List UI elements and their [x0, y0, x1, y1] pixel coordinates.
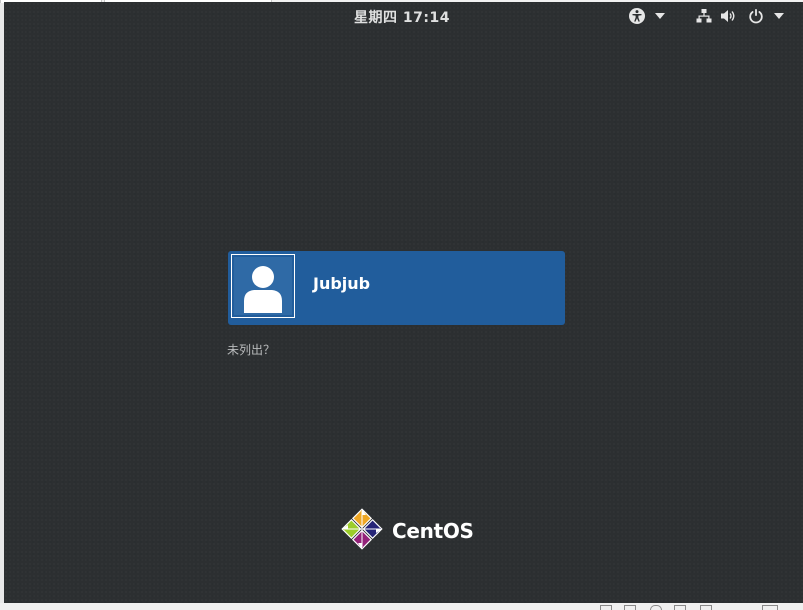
status-icon — [624, 605, 636, 610]
status-icon — [600, 605, 612, 610]
login-screen: 星期四 17:14 Jubjub 未列出？ CentOS — [4, 2, 803, 603]
system-menu[interactable] — [696, 6, 784, 26]
chevron-down-icon — [774, 13, 784, 19]
accessibility-menu[interactable] — [628, 6, 665, 26]
user-list-item[interactable]: Jubjub — [228, 251, 565, 325]
status-icon — [650, 605, 662, 610]
volume-icon — [720, 8, 736, 24]
vm-window: 星期四 17:14 Jubjub 未列出？ CentOS — [0, 0, 803, 610]
brand-name: CentOS — [392, 519, 474, 543]
network-wired-icon — [696, 8, 712, 24]
status-icon — [762, 605, 778, 610]
clock[interactable]: 星期四 17:14 — [354, 7, 450, 27]
top-bar: 星期四 17:14 — [4, 2, 803, 30]
avatar — [231, 254, 295, 318]
accessibility-icon — [628, 7, 646, 25]
status-icon — [700, 605, 712, 610]
host-statusbar — [0, 603, 803, 610]
status-icon — [674, 605, 686, 610]
power-icon — [748, 8, 764, 24]
default-user-avatar-icon — [234, 257, 292, 315]
centos-logo — [340, 507, 384, 555]
chevron-down-icon — [655, 13, 665, 19]
user-name: Jubjub — [313, 274, 371, 293]
distro-branding: CentOS — [340, 508, 474, 554]
not-listed-link[interactable]: 未列出？ — [227, 341, 275, 358]
